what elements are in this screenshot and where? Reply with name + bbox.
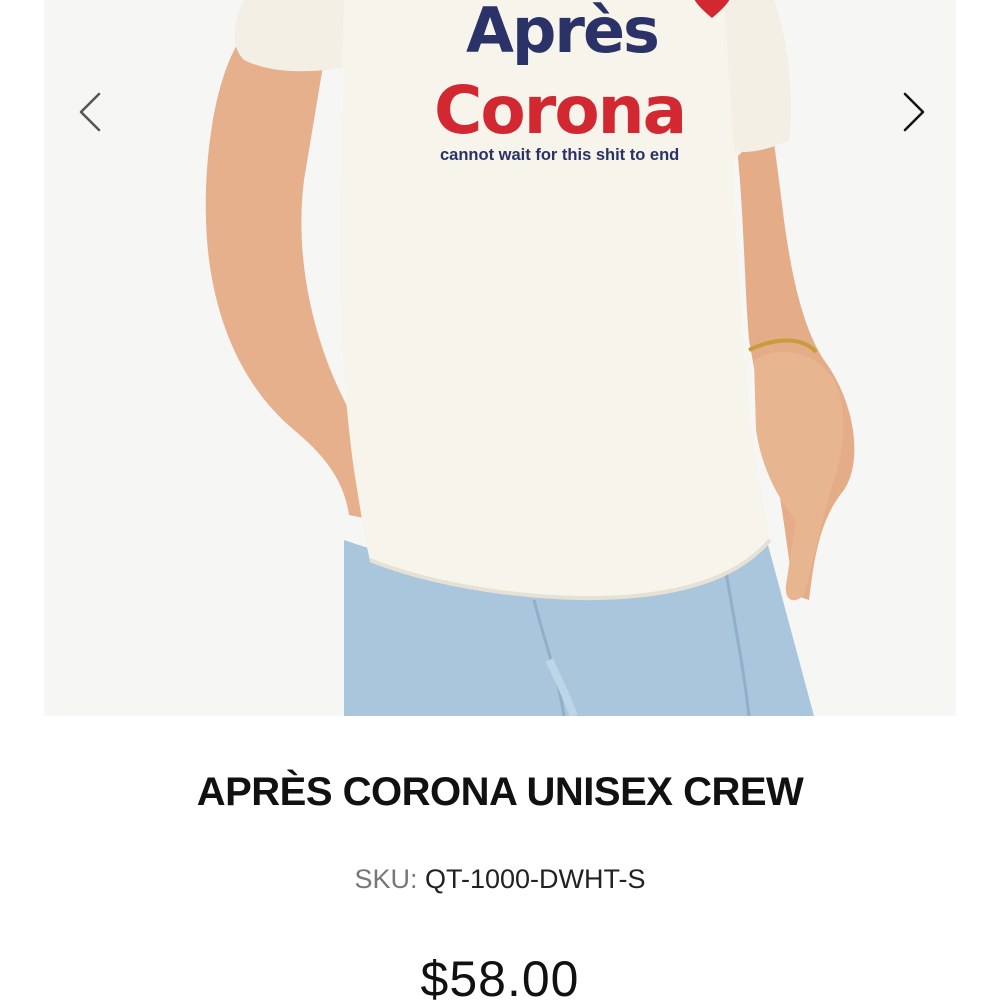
gallery-prev-button[interactable] bbox=[70, 84, 110, 140]
product-image-gallery[interactable]: Après Corona cannot wait for this shit t… bbox=[44, 0, 956, 716]
heart-icon bbox=[694, 0, 730, 18]
sku-label: SKU: bbox=[354, 864, 418, 894]
gallery-next-button[interactable] bbox=[894, 84, 934, 140]
sku-value: QT-1000-DWHT-S bbox=[425, 864, 646, 894]
shirt-print-line1: Après bbox=[466, 0, 660, 67]
product-page: Après Corona cannot wait for this shit t… bbox=[0, 0, 1000, 1000]
shirt-print-line2: Corona bbox=[434, 72, 687, 149]
product-title: APRÈS CORONA UNISEX CREW bbox=[196, 770, 804, 814]
product-sku: SKU: QT-1000-DWHT-S bbox=[0, 864, 1000, 895]
product-price: $58.00 bbox=[420, 951, 580, 1000]
chevron-left-icon bbox=[79, 92, 101, 132]
shirt-print-line3: cannot wait for this shit to end bbox=[440, 146, 680, 164]
chevron-right-icon bbox=[903, 92, 925, 132]
